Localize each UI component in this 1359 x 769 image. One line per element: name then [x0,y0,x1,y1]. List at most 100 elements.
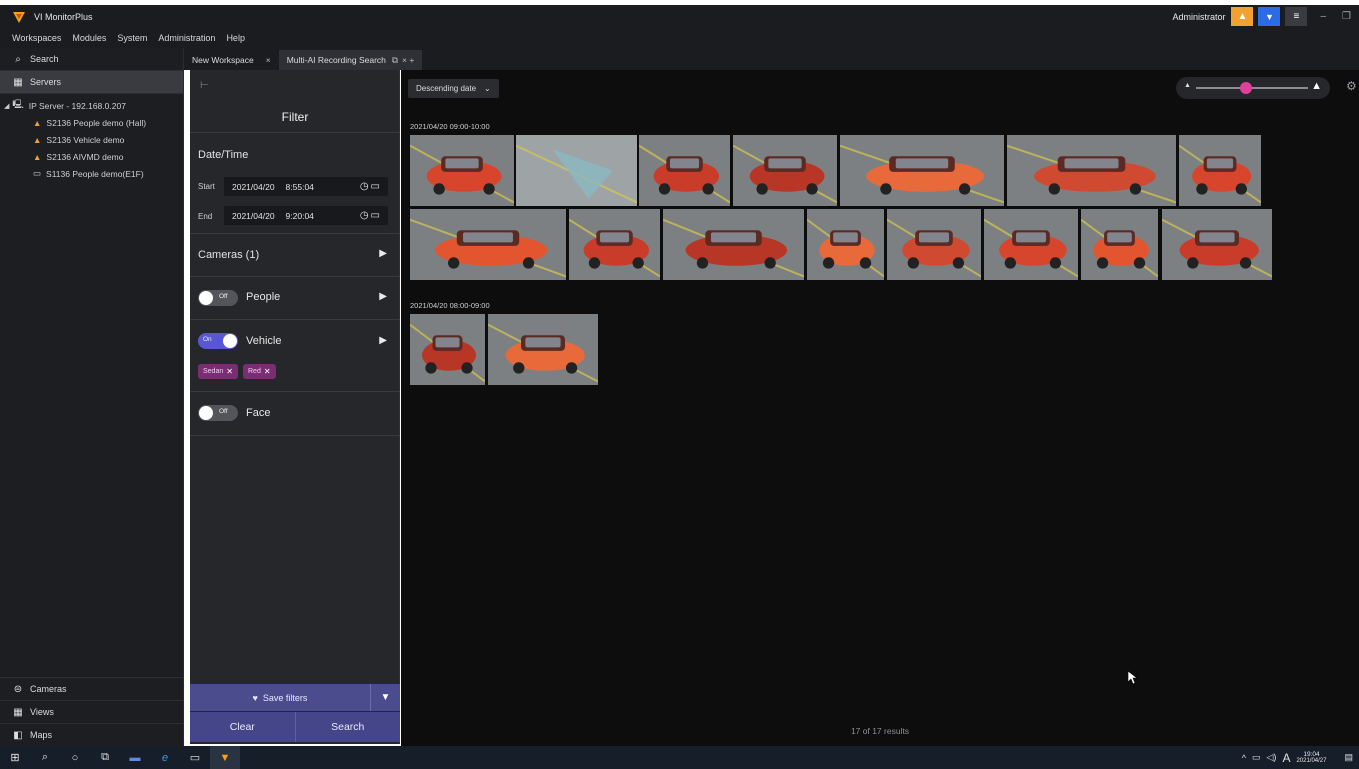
result-thumbnail[interactable] [1162,209,1272,280]
sidebar-cameras[interactable]: ⊜ Cameras [0,677,183,700]
chevron-down-icon: ▼ [380,692,391,703]
save-filters-dropdown[interactable]: ▼ [370,684,400,711]
tray-chevron-icon[interactable]: ^ [1242,753,1246,763]
thumbnail-size-slider[interactable]: ▲ ▲ [1176,77,1330,99]
close-icon[interactable]: × + [402,55,414,65]
result-thumbnail[interactable] [410,135,514,206]
os-taskbar: ⊞ ⌕ ○ ⧉ ▬ e ▭ ▼ ^ ▭ ◁) A 19:04 2021/04/2… [0,746,1359,769]
result-thumbnail[interactable] [1081,209,1158,280]
sidebar-servers[interactable]: ▦ Servers [0,71,183,94]
end-datetime-field[interactable]: 2021/04/20 9:20:04 ◷▭ [224,206,388,225]
user-name[interactable]: Administrator [1172,12,1225,22]
remove-icon[interactable]: ✕ [226,367,233,376]
cortana-button[interactable]: ○ [60,746,90,769]
result-thumbnail[interactable] [569,209,660,280]
taskbar-ie[interactable]: e [150,746,180,769]
menu-button[interactable]: ≡ [1285,7,1308,26]
sidebar-search[interactable]: ⌕ Search [0,48,183,71]
result-thumbnail[interactable] [410,209,566,280]
tree-camera[interactable]: ▲ S2136 AIVMD demo [0,148,183,165]
mouse-cursor-icon [1128,671,1138,685]
datetime-label: Date/Time [198,149,249,161]
tab-label: New Workspace [192,55,254,65]
tree-camera[interactable]: ▭ S1136 People demo(E1F) [0,165,183,182]
language-indicator[interactable]: A [1282,751,1290,765]
tree-label: S2136 AIVMD demo [46,151,124,162]
result-thumbnail[interactable] [840,135,1004,206]
network-icon[interactable]: ▭ [1252,752,1261,763]
save-filters-button[interactable]: ♥ Save filters [190,693,370,703]
volume-icon[interactable]: ◁) [1267,752,1277,763]
result-thumbnail[interactable] [1007,135,1176,206]
expand-arrow-icon[interactable]: ▶ [379,248,387,259]
divider [190,435,400,436]
face-toggle[interactable]: Off [198,405,238,421]
taskbar-vi-monitorplus[interactable]: ▼ [210,746,240,769]
taskbar-app-2[interactable]: ▭ [180,746,210,769]
slider-handle[interactable] [1240,82,1252,94]
result-thumbnail[interactable] [663,209,804,280]
save-filters-bar: ♥ Save filters ▼ [190,684,400,711]
task-view-button[interactable]: ⧉ [90,746,120,769]
expand-icon[interactable]: ◢ [4,102,9,110]
popout-icon[interactable]: ⧉ [392,55,398,66]
tree-server[interactable]: ◢ 🖳 IP Server - 192.168.0.207 [0,97,183,114]
result-thumbnail[interactable] [733,135,837,206]
group-label: 2021/04/20 09:00-10:00 [410,122,490,131]
notification-icon[interactable]: ▤ [1344,752,1353,763]
gear-icon[interactable]: ⚙ [1346,79,1357,93]
people-toggle[interactable]: Off [198,290,238,306]
clear-button[interactable]: Clear [190,712,296,742]
toggle-state: Off [219,408,228,415]
result-thumbnail[interactable] [984,209,1078,280]
filter-chip-sedan[interactable]: Sedan ✕ [198,364,238,379]
result-thumbnail[interactable] [807,209,884,280]
start-date: 2021/04/20 [232,181,275,192]
start-datetime-field[interactable]: 2021/04/20 8:55:04 ◷▭ [224,177,388,196]
start-button[interactable]: ⊞ [0,746,30,769]
result-thumbnail[interactable] [516,135,637,206]
alert-button[interactable]: ▲ [1231,7,1254,26]
app-icon: ▬ [129,751,141,764]
divider [190,391,400,392]
result-thumbnail[interactable] [639,135,730,206]
result-thumbnail[interactable] [887,209,981,280]
menu-system[interactable]: System [117,33,147,43]
taskbar-app-1[interactable]: ▬ [120,746,150,769]
sort-dropdown[interactable]: Descending date ⌄ [408,79,499,98]
result-thumbnail[interactable] [488,314,598,385]
filter-button[interactable]: ▼ [1258,7,1281,26]
menu-modules[interactable]: Modules [72,33,106,43]
tab-bar: New Workspace × Multi-AI Recording Searc… [184,48,1359,70]
expand-arrow-icon[interactable]: ▶ [379,335,387,346]
remove-icon[interactable]: ✕ [264,367,271,376]
vehicle-toggle[interactable]: On [198,333,238,349]
menu-workspaces[interactable]: Workspaces [12,33,61,43]
search-button[interactable]: Search [295,712,400,742]
taskbar-clock[interactable]: 19:04 2021/04/27 [1296,751,1332,764]
result-thumbnail[interactable] [1179,135,1261,206]
restore-icon[interactable]: ❐ [1342,11,1351,22]
clock-calendar-icon[interactable]: ◷▭ [360,210,382,221]
sidebar-maps[interactable]: ◧ Maps [0,723,183,746]
clock-date: 2021/04/27 [1296,758,1327,764]
tab-new-workspace[interactable]: New Workspace × [184,50,279,70]
menu-help[interactable]: Help [226,33,245,43]
system-tray: ^ ▭ ◁) A 19:04 2021/04/27 ▤ [1242,746,1359,769]
toggle-knob [199,406,213,420]
close-icon[interactable]: × [266,55,271,65]
tree-camera[interactable]: ▲ S2136 People demo (Hall) [0,114,183,131]
expand-arrow-icon[interactable]: ▶ [379,291,387,302]
result-thumbnail[interactable] [410,314,485,385]
minimize-icon[interactable]: – [1320,11,1326,22]
search-taskbar-button[interactable]: ⌕ [30,746,60,769]
filter-chip-red[interactable]: Red ✕ [243,364,276,379]
tree-camera[interactable]: ▲ S2136 Vehicle demo [0,131,183,148]
cameras-filter[interactable]: Cameras (1) [198,249,259,261]
sidebar-views[interactable]: ▦ Views [0,700,183,723]
menu-administration[interactable]: Administration [158,33,215,43]
tab-multi-ai-recording-search[interactable]: Multi-AI Recording Search ⧉ × + [278,50,423,70]
clock-calendar-icon[interactable]: ◷▭ [360,181,382,192]
pin-icon[interactable]: ⊢ [200,80,209,91]
chevron-down-icon: ⌄ [484,84,491,93]
